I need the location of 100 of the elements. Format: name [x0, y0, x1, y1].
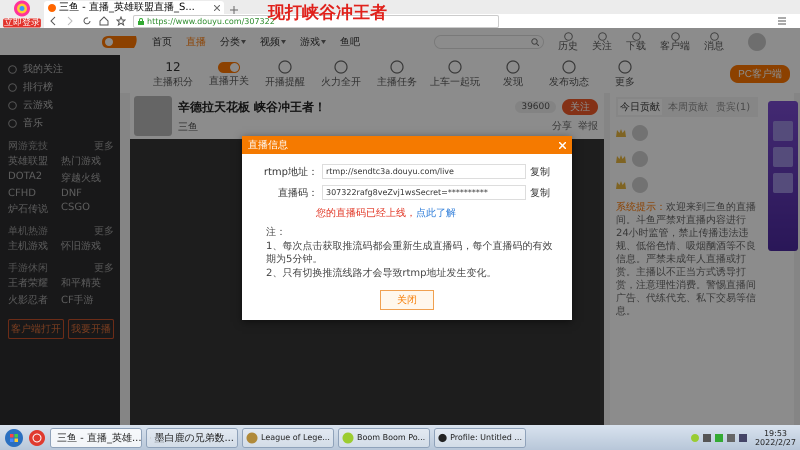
category-link[interactable]: 主机游戏 [8, 239, 61, 253]
ranking-tab[interactable]: 贵宾(1) [714, 99, 752, 115]
category-link[interactable]: 热门游戏 [61, 154, 114, 168]
menu-icon[interactable] [777, 16, 787, 26]
close-button[interactable]: 关闭 [380, 290, 434, 310]
circle-icon [448, 60, 462, 74]
room-action-link[interactable]: 分享 [552, 119, 572, 133]
category-link[interactable]: 王者荣耀 [8, 276, 61, 290]
category-link[interactable]: DOTA2 [8, 171, 61, 185]
header-link[interactable]: 消息 [704, 32, 724, 52]
browser-tab[interactable]: 三鱼 - 直播_英雄联盟直播_S... [44, 1, 224, 14]
system-notice: 系统提示：欢迎来到三鱼的直播间。斗鱼严禁对直播内容进行24小时监管，禁止传播违法违规、低俗色情、吸烟酗酒等不良信息。严禁未成年人直播或打赏。主播以不正当方式诱导打赏，注意理性消费。警惕直播间广告、代练代充、私下交易等信息。 [616, 201, 757, 318]
category-link[interactable]: DNF [61, 188, 114, 199]
new-tab-icon[interactable] [230, 6, 238, 14]
input-field[interactable]: 307322rafg8veZvj1wsSecret=********** [322, 185, 526, 200]
start-button-icon[interactable] [4, 428, 24, 448]
circle-icon [278, 60, 292, 74]
taskbar-button[interactable]: 三鱼 - 直播_英雄... [50, 428, 142, 448]
circle-icon [564, 32, 572, 40]
toolbar-label[interactable]: 火力全开 [321, 77, 361, 88]
home-icon[interactable] [99, 16, 109, 26]
toolbar-label[interactable]: 主播任务 [377, 77, 417, 88]
taskbar-button[interactable]: 墨白鹿の兄弟数... [146, 428, 238, 448]
sidebar-link[interactable]: 音乐 [8, 115, 114, 131]
lock-icon [138, 18, 144, 24]
more-link[interactable]: 更多 [94, 261, 114, 274]
fan-avatar [632, 151, 648, 167]
circle-icon [618, 60, 632, 74]
browser-logo-icon[interactable] [12, 0, 32, 17]
back-icon[interactable] [48, 16, 58, 26]
clock-text[interactable]: 19:53 2022/2/27 [754, 428, 796, 446]
live-toggle[interactable] [218, 62, 240, 72]
learn-more-link[interactable]: 点此了解 [416, 208, 456, 219]
toolbar-label[interactable]: 发现 [503, 77, 523, 88]
search-field[interactable] [434, 34, 544, 48]
category-link[interactable]: 炉石传说 [8, 202, 61, 216]
nav-link[interactable]: 视频 [260, 34, 286, 48]
search-icon[interactable] [531, 38, 539, 46]
sidebar-link[interactable]: 我的关注 [8, 61, 114, 77]
toolbar-label[interactable]: 开播提醒 [265, 77, 305, 88]
login-badge[interactable]: 立即登录 [3, 18, 41, 28]
star-icon[interactable] [116, 16, 126, 26]
category-link[interactable]: CFHD [8, 188, 61, 199]
more-link[interactable]: 更多 [94, 139, 114, 152]
sidebar-button[interactable]: 我要开播 [68, 319, 114, 339]
section-title: 单机热游 [8, 224, 48, 237]
circle-icon [632, 32, 640, 40]
category-link[interactable]: 怀旧游戏 [61, 239, 114, 253]
streamer-name[interactable]: 三鱼 [178, 120, 510, 134]
copy-link[interactable]: 复制 [530, 164, 550, 178]
taskbar-button[interactable]: Boom Boom Po... [338, 428, 430, 448]
taskbar-button[interactable]: League of Lege... [242, 428, 334, 448]
circle-icon [598, 32, 606, 40]
input-field[interactable]: rtmp://sendtc3a.douyu.com/live [322, 164, 526, 179]
copy-link[interactable]: 复制 [530, 186, 550, 200]
toolbar-label[interactable]: 直播开关 [209, 76, 249, 86]
points-count: 12 [165, 60, 181, 74]
taskbar-button[interactable]: Profile: Untitled ... [434, 428, 526, 448]
promo-banner[interactable] [768, 101, 798, 251]
room-action-link[interactable]: 举报 [578, 119, 598, 133]
circle-icon [8, 82, 17, 92]
ranking-tab[interactable]: 本周贡献 [666, 99, 710, 115]
category-link[interactable]: CF手游 [61, 293, 114, 307]
category-link[interactable]: 英雄联盟 [8, 154, 61, 168]
circle-icon [8, 100, 17, 110]
ranking-tab[interactable]: 今日贡献 [618, 99, 662, 115]
nav-link[interactable]: 游戏 [300, 34, 326, 48]
crown-icon [616, 155, 626, 163]
sidebar-link[interactable]: 排行榜 [8, 79, 114, 95]
nav-link[interactable]: 首页 [152, 34, 172, 48]
nav-link[interactable]: 鱼吧 [340, 34, 360, 48]
header-link[interactable]: 历史 [558, 32, 578, 52]
field-label: rtmp地址： [262, 166, 318, 178]
streamer-avatar [134, 96, 172, 136]
header-link[interactable]: 下载 [626, 32, 646, 52]
reload-icon[interactable] [82, 16, 92, 26]
header-link[interactable]: 关注 [592, 32, 612, 52]
sidebar-button[interactable]: 客户端打开 [8, 319, 64, 339]
more-link[interactable]: 更多 [94, 224, 114, 237]
section-title: 网游竞技 [8, 140, 48, 152]
category-link[interactable]: 穿越火线 [61, 171, 114, 185]
circle-icon [506, 60, 520, 74]
category-link[interactable]: 和平精英 [61, 276, 114, 290]
note-text: 2、只有切换推流线路才会导致rtmp地址发生变化。 [266, 267, 498, 280]
close-icon[interactable] [214, 4, 220, 10]
toolbar-label[interactable]: 上车一起玩 [430, 77, 480, 88]
note-text: 1、每次点击获取推流码都会重新生成直播码，每个直播码的有效期为5分钟。 [266, 240, 554, 266]
sidebar-link[interactable]: 云游戏 [8, 97, 114, 113]
toolbar-label[interactable]: 发布动态 [549, 77, 589, 88]
field-label: 直播码： [277, 186, 318, 200]
nav-link[interactable]: 分类 [220, 34, 246, 48]
nav-link[interactable]: 直播 [186, 34, 206, 48]
header-link[interactable]: 客户端 [660, 32, 690, 52]
toolbar-label[interactable]: 更多 [615, 77, 635, 88]
note-title: 注： [266, 226, 287, 239]
category-link[interactable]: CSGO [61, 202, 114, 216]
follower-count: 39600 [515, 101, 556, 113]
category-link[interactable]: 火影忍者 [8, 293, 61, 307]
client-button[interactable]: PC客户端 [730, 65, 790, 83]
follow-button[interactable]: 关注 [562, 99, 598, 115]
